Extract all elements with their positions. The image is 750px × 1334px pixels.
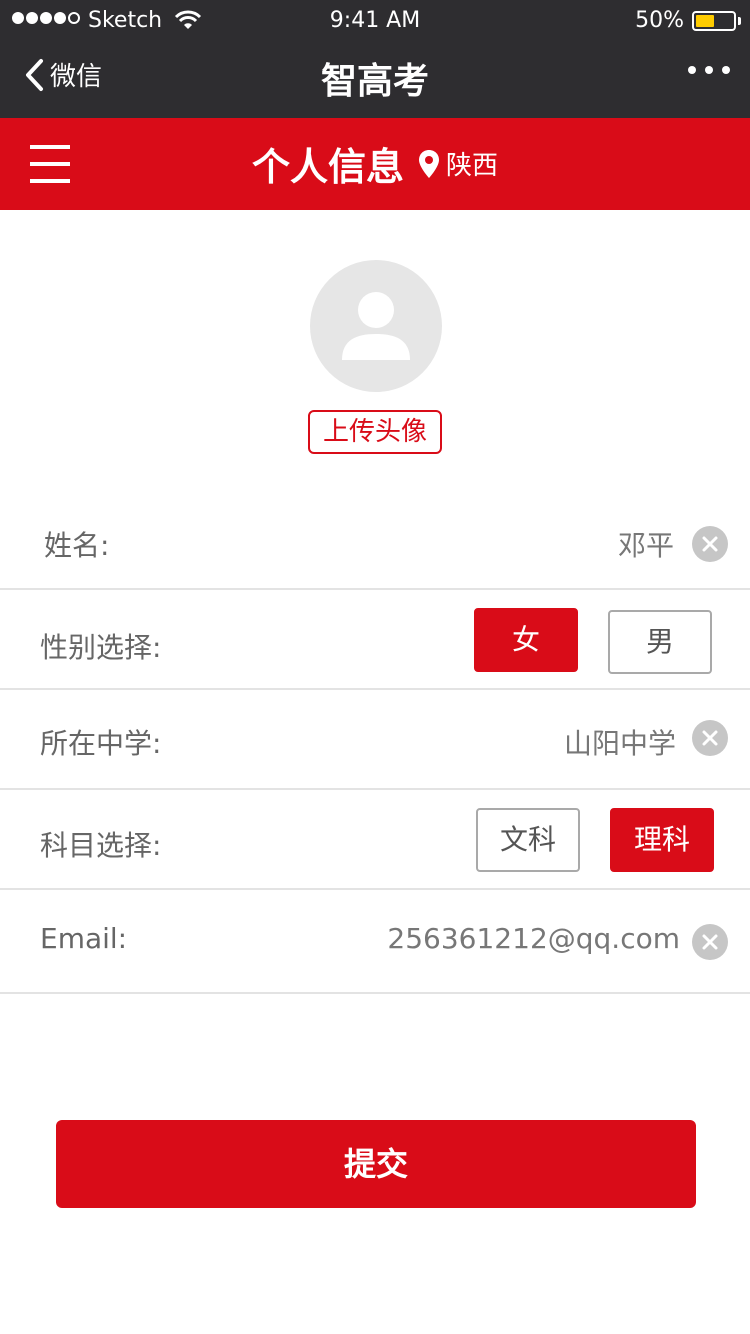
gender-male-button[interactable]: 男 — [608, 610, 712, 674]
page-title: 个人信息 — [251, 145, 404, 189]
email-row: Email: 256361212@qq.com — [0, 890, 750, 994]
status-bar: Sketch 9:41 AM 50% — [0, 0, 750, 40]
email-label: Email: — [40, 922, 128, 955]
gender-row: 性别选择: 女 男 — [0, 590, 750, 690]
province-selector[interactable]: 陕西 — [446, 145, 498, 182]
name-label: 姓名: — [44, 529, 110, 562]
battery-cap — [738, 17, 741, 25]
clear-x-icon[interactable] — [692, 720, 728, 756]
app-title: 智高考 — [320, 61, 429, 102]
email-field[interactable]: 256361212@qq.com — [387, 922, 680, 955]
page-header: 个人信息 陕西 — [0, 118, 750, 210]
gender-female-button[interactable]: 女 — [474, 608, 578, 672]
submit-button[interactable]: 提交 — [56, 1120, 696, 1208]
school-label: 所在中学: — [40, 727, 162, 760]
name-field[interactable]: 邓平 — [618, 524, 674, 564]
location-pin-icon[interactable] — [418, 149, 440, 179]
upload-avatar-button[interactable]: 上传头像 — [308, 410, 442, 454]
user-avatar-icon[interactable] — [310, 260, 442, 392]
more-dots-icon[interactable] — [688, 66, 730, 74]
header-center: 个人信息 陕西 — [0, 136, 750, 191]
subject-arts-button[interactable]: 文科 — [476, 808, 580, 872]
subject-science-button[interactable]: 理科 — [610, 808, 714, 872]
battery-fill — [696, 15, 714, 27]
subject-label: 科目选择: — [40, 829, 162, 862]
gender-label: 性别选择: — [40, 631, 162, 664]
clear-x-icon[interactable] — [692, 924, 728, 960]
battery-percent: 50% — [635, 8, 684, 33]
school-field[interactable]: 山阳中学 — [564, 722, 676, 762]
name-row: 姓名: 邓平 — [0, 490, 750, 590]
clear-x-icon[interactable] — [692, 526, 728, 562]
battery-icon — [692, 11, 736, 31]
subject-row: 科目选择: 文科 理科 — [0, 790, 750, 890]
nav-bar: 微信 智高考 — [0, 40, 750, 118]
school-row: 所在中学: 山阳中学 — [0, 690, 750, 790]
